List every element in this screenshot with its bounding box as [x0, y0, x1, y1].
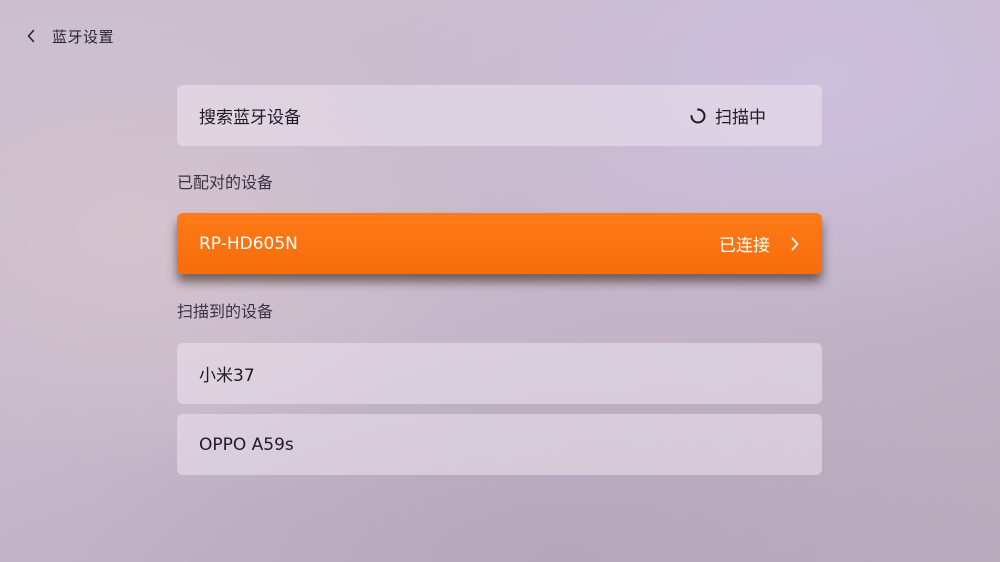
- search-bluetooth-label: 搜索蓝牙设备: [199, 108, 301, 128]
- connection-status: 已连接: [719, 236, 770, 256]
- scanned-devices-heading: 扫描到的设备: [177, 302, 274, 321]
- paired-device-item[interactable]: RP-HD605N 已连接: [177, 213, 822, 274]
- scan-status: 扫描中: [689, 103, 800, 128]
- chevron-left-icon[interactable]: [26, 24, 42, 48]
- page-title: 蓝牙设置: [52, 27, 115, 46]
- scanned-device-item[interactable]: 小米37: [177, 343, 822, 404]
- chevron-right-icon: [790, 236, 800, 252]
- paired-devices-heading: 已配对的设备: [177, 173, 274, 192]
- search-bluetooth-row[interactable]: 搜索蓝牙设备 扫描中: [177, 85, 822, 146]
- scan-status-text: 扫描中: [715, 108, 766, 128]
- device-status-group: 已连接: [719, 231, 800, 256]
- scanned-device-item[interactable]: OPPO A59s: [177, 414, 822, 475]
- header: 蓝牙设置: [26, 24, 114, 48]
- device-name: 小米37: [199, 366, 255, 386]
- device-name: RP-HD605N: [199, 233, 298, 254]
- spinner-icon: [689, 107, 707, 125]
- device-name: OPPO A59s: [199, 434, 294, 455]
